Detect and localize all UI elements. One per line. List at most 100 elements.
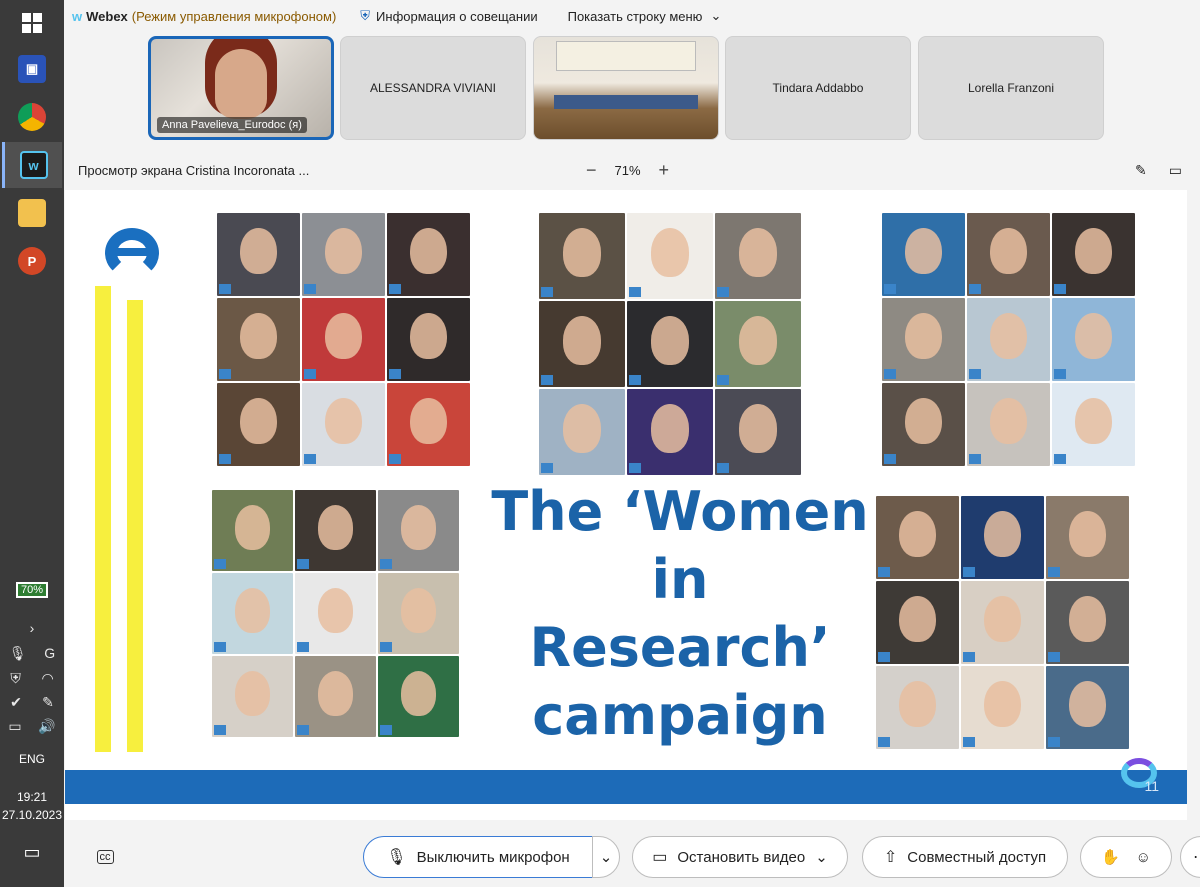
meeting-controls: cc 🎙 Выключить микрофон ⌄ ▭ Остановить в… [64, 828, 1200, 887]
participant-tile[interactable]: ALESSANDRA VIVIANI [340, 36, 526, 140]
slide-title: The ‘Women in Research’ campaign [485, 478, 875, 750]
mute-button[interactable]: 🎙 Выключить микрофон [363, 836, 593, 878]
participant-photo [302, 298, 385, 381]
participant-photo [217, 213, 300, 296]
windows-taskbar: ▣ w P 70% › 🎙 G ⛨ ◠ ✔ ✎ ▭ 🔊 ENG 19:21 27.10.… [0, 0, 64, 887]
room-video [556, 41, 696, 71]
clock-time[interactable]: 19:21 [0, 790, 64, 804]
participant-photo [212, 656, 293, 737]
participant-photo [627, 301, 713, 387]
share-button[interactable]: ⇧ Совместный доступ [862, 836, 1068, 878]
participant-photo [1046, 496, 1129, 579]
taskbar-app-save[interactable]: ▣ [2, 46, 62, 92]
volume-icon[interactable]: 🔊 [38, 718, 55, 735]
start-button[interactable] [2, 0, 62, 46]
annotate-icon[interactable]: ✎ [1135, 162, 1147, 179]
participant-photo [1052, 383, 1135, 466]
taskbar-app-chrome[interactable] [2, 94, 62, 140]
participant-photo [882, 383, 965, 466]
slide-title-line: The ‘Women [491, 480, 869, 543]
photo-collage [876, 496, 1129, 749]
shield-icon[interactable]: ⛨ [10, 670, 21, 687]
floppy-disk-icon: ▣ [18, 55, 46, 83]
app-name: Webex [86, 8, 128, 24]
webex-icon: w [19, 151, 48, 179]
zoom-in-button[interactable]: + [659, 160, 670, 181]
show-menu-bar-button[interactable]: Показать строку меню ⌄ [568, 8, 722, 24]
wifi-icon[interactable]: ◠ [41, 670, 53, 687]
clock-date[interactable]: 27.10.2023 [0, 808, 64, 822]
chevron-down-icon: ⌄ [710, 8, 722, 23]
zoom-level: 71% [614, 162, 641, 178]
battery-icon[interactable]: ▭ [8, 718, 21, 735]
participant-photo [961, 581, 1044, 664]
emoji-icon[interactable]: ☺ [1136, 849, 1151, 866]
raise-hand-icon[interactable]: ✋ [1101, 848, 1120, 866]
chevron-down-icon: ⌄ [815, 849, 828, 866]
chevron-right-icon: › [29, 620, 35, 636]
participant-photo [212, 490, 293, 571]
captions-icon: cc [96, 850, 114, 864]
participant-photo [539, 389, 625, 475]
slide-title-line: in [651, 548, 709, 611]
participant-photo [961, 666, 1044, 749]
footer-band [65, 770, 1187, 804]
share-label: Совместный доступ [907, 848, 1047, 866]
audio-options-button[interactable]: ⌄ [592, 836, 620, 878]
zoom-controls: − 71% + [586, 160, 669, 181]
photo-collage [539, 213, 801, 475]
participant-photo [876, 496, 959, 579]
participant-photo [539, 301, 625, 387]
participant-photo [539, 213, 625, 299]
participant-tile[interactable]: Lorella Franzoni [918, 36, 1104, 140]
stop-video-button[interactable]: ▭ Остановить видео ⌄ [632, 836, 848, 878]
language-indicator[interactable]: ENG [0, 752, 64, 766]
participant-photo [378, 490, 459, 571]
photo-collage [212, 490, 459, 737]
participant-photo [882, 213, 965, 296]
share-title: Просмотр экрана Cristina Incoronata ... [78, 162, 310, 178]
checkmark-icon[interactable]: ✔ [10, 694, 22, 711]
participant-photo [387, 298, 470, 381]
tray-expand[interactable]: › [0, 620, 64, 636]
participant-name: Anna Pavelieva_Eurodoc (я) [157, 117, 307, 133]
grammarly-icon[interactable]: G [44, 645, 55, 662]
meeting-info-button[interactable]: ⛨ Информация о совещании [360, 8, 537, 24]
captions-button[interactable]: cc [84, 836, 126, 878]
participant-tile-room[interactable] [533, 36, 719, 140]
participant-photo [302, 213, 385, 296]
participant-photo [627, 389, 713, 475]
participant-photo [212, 573, 293, 654]
slide-title-line: Research’ [529, 616, 831, 679]
taskbar-app-powerpoint[interactable]: P [2, 238, 62, 284]
participant-photo [967, 298, 1050, 381]
mute-label: Выключить микрофон [416, 848, 570, 866]
pen-icon[interactable]: ✎ [42, 694, 54, 711]
participant-photo [1046, 581, 1129, 664]
participant-photo [295, 573, 376, 654]
taskbar-app-webex[interactable]: w [2, 142, 62, 188]
participant-tile-self[interactable]: Anna Pavelieva_Eurodoc (я) [148, 36, 334, 140]
participant-photo [961, 496, 1044, 579]
battery-indicator[interactable]: 70% [0, 582, 64, 598]
yellow-stripe [127, 300, 143, 752]
screen-options-icon[interactable]: ▭ [1169, 162, 1182, 179]
chrome-icon [18, 103, 46, 131]
participant-tile[interactable]: Tindara Addabbo [725, 36, 911, 140]
taskbar-app-explorer[interactable] [2, 190, 62, 236]
shared-slide: The ‘Women in Research’ campaign 11 [65, 190, 1187, 820]
notifications-icon[interactable]: ▭ [0, 842, 64, 863]
participant-photo [876, 666, 959, 749]
zoom-out-button[interactable]: − [586, 160, 597, 181]
photo-collage [217, 213, 470, 466]
participant-video [215, 49, 267, 119]
participant-photo [715, 389, 801, 475]
share-view-bar: Просмотр экрана Cristina Incoronata ... … [64, 150, 1200, 190]
participant-photo [1046, 666, 1129, 749]
yellow-stripe [95, 286, 111, 752]
participant-photo [217, 383, 300, 466]
microphone-icon[interactable]: 🎙 [9, 645, 27, 662]
participant-name: Tindara Addabbo [772, 81, 864, 95]
more-options-button[interactable]: ⋯ [1180, 836, 1200, 878]
participant-photo [882, 298, 965, 381]
